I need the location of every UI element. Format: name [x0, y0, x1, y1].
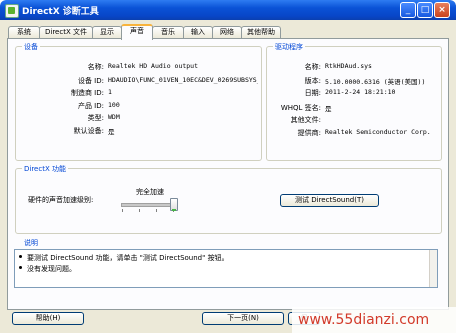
notes-title: 说明	[22, 238, 40, 248]
provider-label: 提供商:	[297, 129, 321, 137]
note-text: 没有发现问题。	[27, 265, 76, 273]
accel-level-slider[interactable]	[119, 197, 179, 215]
watermark-text: www.55dianzi.com	[292, 307, 456, 333]
close-button[interactable]: ×	[434, 2, 450, 18]
directx-features-group: DirectX 功能 硬件的声音加速级别: 完全加速 测试 DirectSoun…	[15, 164, 442, 234]
note-item: 没有发现问题。	[19, 264, 76, 274]
whql-signed-value: 是	[325, 105, 332, 113]
directx-features-title: DirectX 功能	[22, 164, 68, 174]
next-page-button[interactable]: 下一页(N)	[202, 312, 284, 325]
bullet-icon	[19, 266, 22, 269]
default-device-value: 是	[108, 128, 115, 136]
device-name-value: Realtek HD Audio output	[108, 62, 199, 70]
tab-more-help[interactable]: 其他帮助	[241, 26, 281, 38]
tab-input[interactable]: 输入	[183, 26, 213, 38]
accel-level-value: 完全加速	[136, 188, 164, 196]
driver-group-title: 驱动程序	[273, 42, 305, 52]
driver-date-label: 日期:	[304, 89, 321, 97]
notes-scrollbar[interactable]	[429, 250, 437, 287]
directx-diagnostic-window: DirectX 诊断工具 _ □ × 系统 DirectX 文件 显示 声音 音…	[0, 0, 456, 333]
device-type-value: WDM	[108, 113, 120, 121]
driver-name-label: 名称:	[304, 63, 321, 71]
tab-sound[interactable]: 声音	[121, 24, 153, 40]
driver-version-label: 版本:	[304, 77, 321, 85]
device-name-label: 名称:	[87, 63, 104, 71]
provider-value: Realtek Semiconductor Corp.	[325, 128, 431, 136]
maximize-button[interactable]: □	[417, 2, 433, 18]
whql-signed-label: WHQL 签名:	[280, 104, 321, 112]
directx-app-icon	[5, 4, 19, 18]
tab-directx-files[interactable]: DirectX 文件	[39, 26, 93, 38]
tab-system[interactable]: 系统	[8, 26, 40, 38]
slider-tick	[156, 209, 157, 212]
device-type-label: 类型:	[87, 114, 104, 122]
driver-name-value: RtkHDAud.sys	[325, 62, 372, 70]
help-button[interactable]: 帮助(H)	[12, 312, 84, 325]
tab-network[interactable]: 网络	[212, 26, 242, 38]
note-text: 要测试 DirectSound 功能，请单击 "测试 DirectSound" …	[27, 254, 229, 262]
tab-display[interactable]: 显示	[92, 26, 122, 38]
manufacturer-id-label: 制造商 ID:	[70, 89, 104, 97]
notes-box: 要测试 DirectSound 功能，请单击 "测试 DirectSound" …	[14, 249, 438, 288]
slider-track	[121, 203, 175, 207]
slider-tick	[122, 209, 123, 212]
product-id-value: 100	[108, 101, 120, 109]
accel-level-label: 硬件的声音加速级别:	[28, 196, 94, 204]
driver-date-value: 2011-2-24 18:21:10	[325, 88, 396, 96]
test-directsound-button[interactable]: 测试 DirectSound(T)	[280, 194, 379, 207]
device-id-label: 设备 ID:	[77, 77, 104, 85]
note-item: 要测试 DirectSound 功能，请单击 "测试 DirectSound" …	[19, 253, 229, 263]
device-group-title: 设备	[22, 42, 40, 52]
window-title: DirectX 诊断工具	[22, 7, 99, 17]
device-id-value: HDAUDIO\FUNC_01VEN_10EC&DEV_0269SUBSYS_1…	[108, 76, 258, 84]
product-id-label: 产品 ID:	[77, 102, 104, 110]
bullet-icon	[19, 255, 22, 258]
minimize-button[interactable]: _	[400, 2, 416, 18]
default-device-label: 默认设备:	[73, 127, 104, 135]
title-bar[interactable]: DirectX 诊断工具 _ □ ×	[0, 0, 456, 20]
other-files-label: 其他文件:	[290, 116, 321, 124]
slider-tick	[139, 209, 140, 212]
tab-music[interactable]: 音乐	[152, 26, 184, 38]
slider-thumb[interactable]	[170, 198, 178, 211]
driver-version-value: 5.10.0000.6316 (英语(美国))	[325, 78, 426, 86]
manufacturer-id-value: 1	[108, 88, 112, 96]
driver-group: 驱动程序 名称: RtkHDAud.sys 版本: 5.10.0000.6316…	[266, 42, 442, 161]
device-group: 设备 名称: Realtek HD Audio output 设备 ID: HD…	[15, 42, 262, 161]
